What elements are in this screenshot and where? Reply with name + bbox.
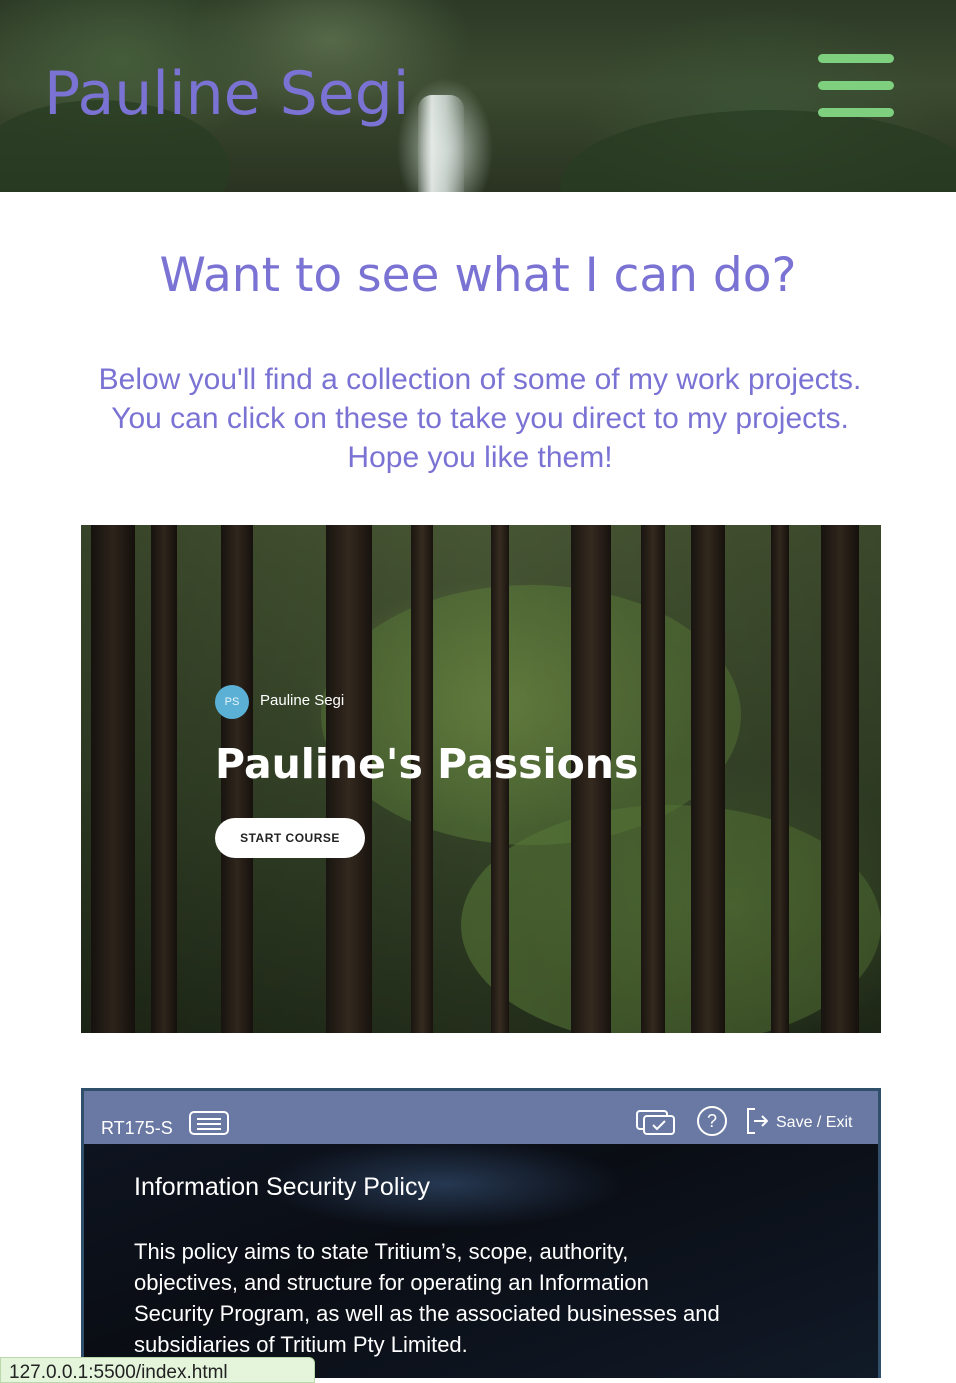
policy-line: subsidiaries of Tritium Pty Limited. <box>134 1332 468 1357</box>
policy-line: This policy aims to state Tritium’s, sco… <box>134 1239 629 1264</box>
policy-line: Security Program, as well as the associa… <box>134 1301 720 1326</box>
save-exit-button[interactable]: Save / Exit <box>776 1113 852 1133</box>
chat-icon[interactable] <box>635 1108 677 1138</box>
menu-bar <box>818 54 894 63</box>
header-foliage <box>560 110 956 192</box>
start-course-button[interactable]: START COURSE <box>215 818 365 858</box>
site-header: Pauline Segi <box>0 0 956 192</box>
section-heading: Want to see what I can do? <box>159 248 797 303</box>
intro-line: You can click on these to take you direc… <box>111 402 849 435</box>
project-card-paulines-passions[interactable]: PS Pauline Segi Pauline's Passions START… <box>81 525 881 1033</box>
link-status-url: 127.0.0.1:5500/index.html <box>0 1357 315 1383</box>
intro-text: Below you'll find a collection of some o… <box>20 360 940 477</box>
course-toolbar: RT175-S ? Save / Exit <box>84 1091 878 1144</box>
intro-line: Below you'll find a collection of some o… <box>98 363 862 396</box>
site-title[interactable]: Pauline Segi <box>44 58 409 130</box>
course-code: RT175-S <box>101 1118 173 1138</box>
exit-icon[interactable] <box>746 1106 769 1136</box>
intro-line: Hope you like them! <box>347 441 613 474</box>
course-title: Pauline's Passions <box>215 740 639 788</box>
avatar: PS <box>215 685 249 719</box>
author-name: Pauline Segi <box>260 692 345 709</box>
menu-bar <box>818 108 894 117</box>
help-icon[interactable]: ? <box>697 1106 727 1136</box>
header-waterfall <box>418 95 464 192</box>
policy-line: objectives, and structure for operating … <box>134 1270 649 1295</box>
hamburger-menu-icon[interactable] <box>818 52 894 120</box>
transcript-icon[interactable] <box>189 1111 229 1135</box>
policy-text: This policy aims to state Tritium’s, sco… <box>134 1236 834 1360</box>
policy-title: Information Security Policy <box>134 1173 430 1201</box>
project-card-information-security[interactable]: RT175-S ? Save / Exit Information Securi… <box>81 1088 881 1378</box>
menu-bar <box>818 81 894 90</box>
